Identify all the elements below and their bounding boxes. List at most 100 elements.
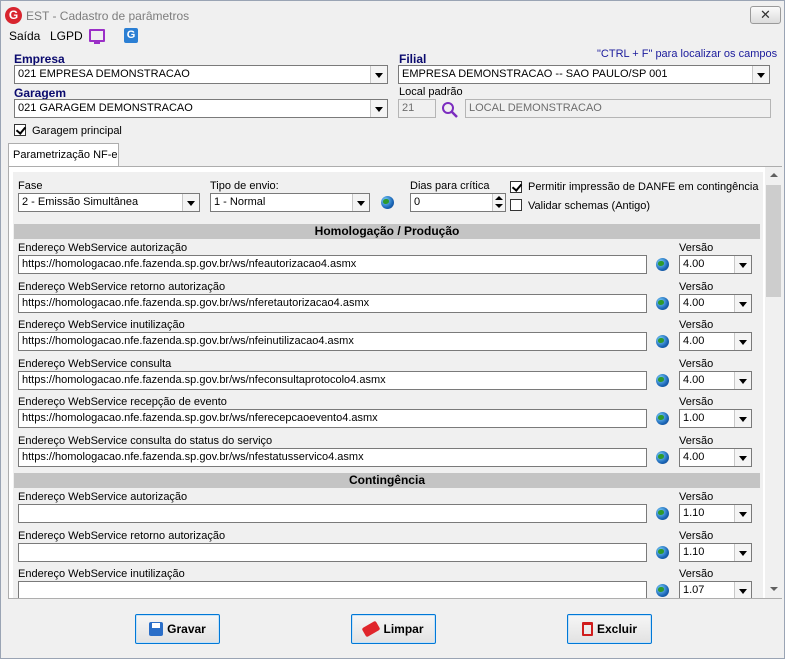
search-hint: "CTRL + F" para localizar os campos [597,48,778,60]
close-button[interactable]: ✕ [750,6,781,24]
versao-select[interactable]: 1.07 [679,581,752,598]
save-button-label: Gravar [167,622,206,636]
globe-icon[interactable] [656,258,669,271]
chevron-down-icon [370,100,387,117]
garagem-select[interactable]: 021 GARAGEM DEMONSTRACAO [14,99,388,118]
ws-url-input[interactable]: https://homologacao.nfe.fazenda.sp.gov.b… [18,409,647,428]
versao-value: 1.10 [683,507,705,519]
versao-select[interactable]: 1.00 [679,409,752,428]
ws-url-input[interactable] [18,581,647,598]
clear-button[interactable]: Limpar [351,614,436,644]
ws-label: Endereço WebService autorização [18,491,188,503]
trash-icon [581,622,593,636]
globe-icon[interactable] [381,196,394,209]
garagem-value: 021 GARAGEM DEMONSTRACAO [18,102,193,114]
title-bar: G EST - Cadastro de parâmetros ✕ [1,1,784,31]
search-icon[interactable] [441,101,458,118]
globe-icon[interactable] [656,450,669,464]
ws-url-input[interactable] [18,542,647,562]
spin-down-icon[interactable] [495,204,503,208]
save-button[interactable]: Gravar [135,614,220,644]
chevron-down-icon [734,410,751,427]
chevron-down-icon [752,66,769,83]
versao-value: 4.00 [683,296,705,309]
garagem-principal-checkbox[interactable] [14,124,26,136]
versao-select[interactable]: 4.00 [679,370,752,390]
chevron-down-icon [734,505,751,522]
versao-select[interactable]: 4.00 [679,293,752,313]
menu-lgpd[interactable]: LGPD [50,29,83,43]
filial-value: EMPRESA DEMONSTRACAO -- SAO PAULO/SP 001 [402,68,668,80]
window-title: EST - Cadastro de parâmetros [26,9,190,23]
floppy-disk-icon [149,622,164,636]
ws-url-input[interactable]: https://homologacao.nfe.fazenda.sp.gov.b… [18,332,647,351]
garagem-label: Garagem [14,86,67,100]
versao-value: 4.00 [683,258,705,270]
ws-url-input[interactable]: https://homologacao.nfe.fazenda.sp.gov.b… [18,447,647,467]
globe-icon[interactable] [656,545,669,559]
empresa-select[interactable]: 021 EMPRESA DEMONSTRACAO [14,65,388,84]
garagem-principal-label: Garagem principal [32,125,122,137]
ws-label: Endereço WebService consulta [18,357,172,370]
main-window: G EST - Cadastro de parâmetros ✕ Saída L… [0,0,785,659]
ws-label: Endereço WebService autorização [18,242,188,254]
nfe-content: Fase 2 - Emissão Simultânea Tipo de envi… [13,172,763,598]
versao-label: Versão [679,568,714,580]
menu-saida[interactable]: Saída [9,29,40,43]
homologacao-header: Homologação / Produção [14,224,760,239]
tab-parametrizacao-nfe[interactable]: Parametrização NF-e [8,143,119,167]
ws-url-input[interactable] [18,504,647,523]
globe-icon[interactable] [656,412,669,425]
versao-value: 1.07 [683,584,705,596]
chevron-down-icon [734,543,751,561]
spin-buttons[interactable] [492,194,505,211]
ws-url-input[interactable]: https://homologacao.nfe.fazenda.sp.gov.b… [18,255,647,274]
vertical-scrollbar[interactable] [765,167,782,598]
monitor-icon[interactable] [89,29,105,44]
fase-label: Fase [18,180,43,192]
ws-url-input[interactable]: https://homologacao.nfe.fazenda.sp.gov.b… [18,370,647,390]
chevron-down-icon [734,256,751,273]
versao-select[interactable]: 4.00 [679,447,752,467]
permitir-danfe-checkbox[interactable] [510,181,522,193]
ws-label: Endereço WebService consulta do status d… [18,434,273,447]
permitir-danfe-label: Permitir impressão de DANFE em contingên… [528,181,759,193]
versao-select[interactable]: 4.00 [679,255,752,274]
local-code-field[interactable]: 21 [398,99,436,118]
globe-icon[interactable] [656,296,669,310]
scroll-down-icon[interactable] [765,581,782,598]
tipo-envio-label: Tipo de envio: [210,180,279,192]
globe-icon[interactable] [656,507,669,520]
ws-label: Endereço WebService recepção de evento [18,396,227,408]
validar-schemas-checkbox[interactable] [510,199,522,211]
tab-panel: Fase 2 - Emissão Simultânea Tipo de envi… [8,166,782,599]
versao-select[interactable]: 1.10 [679,504,752,523]
scroll-thumb[interactable] [766,185,781,297]
filial-select[interactable]: EMPRESA DEMONSTRACAO -- SAO PAULO/SP 001 [398,65,770,84]
ws-url-input[interactable]: https://homologacao.nfe.fazenda.sp.gov.b… [18,293,647,313]
versao-value: 4.00 [683,450,705,463]
versao-select[interactable]: 4.00 [679,332,752,351]
fase-value: 2 - Emissão Simultânea [22,196,139,208]
globe-icon[interactable] [656,373,669,387]
versao-value: 4.00 [683,335,705,347]
versao-label: Versão [679,357,714,370]
globe-icon[interactable] [656,335,669,348]
gol-app-icon[interactable]: G [124,28,138,43]
ws-label: Endereço WebService inutilização [18,319,185,331]
fase-select[interactable]: 2 - Emissão Simultânea [18,193,200,212]
versao-label: Versão [679,434,714,447]
versao-select[interactable]: 1.10 [679,542,752,562]
scroll-up-icon[interactable] [765,167,782,184]
delete-button[interactable]: Excluir [567,614,652,644]
validar-schemas-label: Validar schemas (Antigo) [528,200,651,212]
versao-label: Versão [679,242,714,254]
globe-icon[interactable] [656,584,669,597]
spin-up-icon[interactable] [495,196,503,200]
versao-label: Versão [679,396,714,408]
versao-label: Versão [679,280,714,293]
dias-critica-input[interactable]: 0 [410,193,506,212]
tipo-envio-select[interactable]: 1 - Normal [210,193,370,212]
versao-value: 4.00 [683,373,705,386]
chevron-down-icon [734,371,751,389]
